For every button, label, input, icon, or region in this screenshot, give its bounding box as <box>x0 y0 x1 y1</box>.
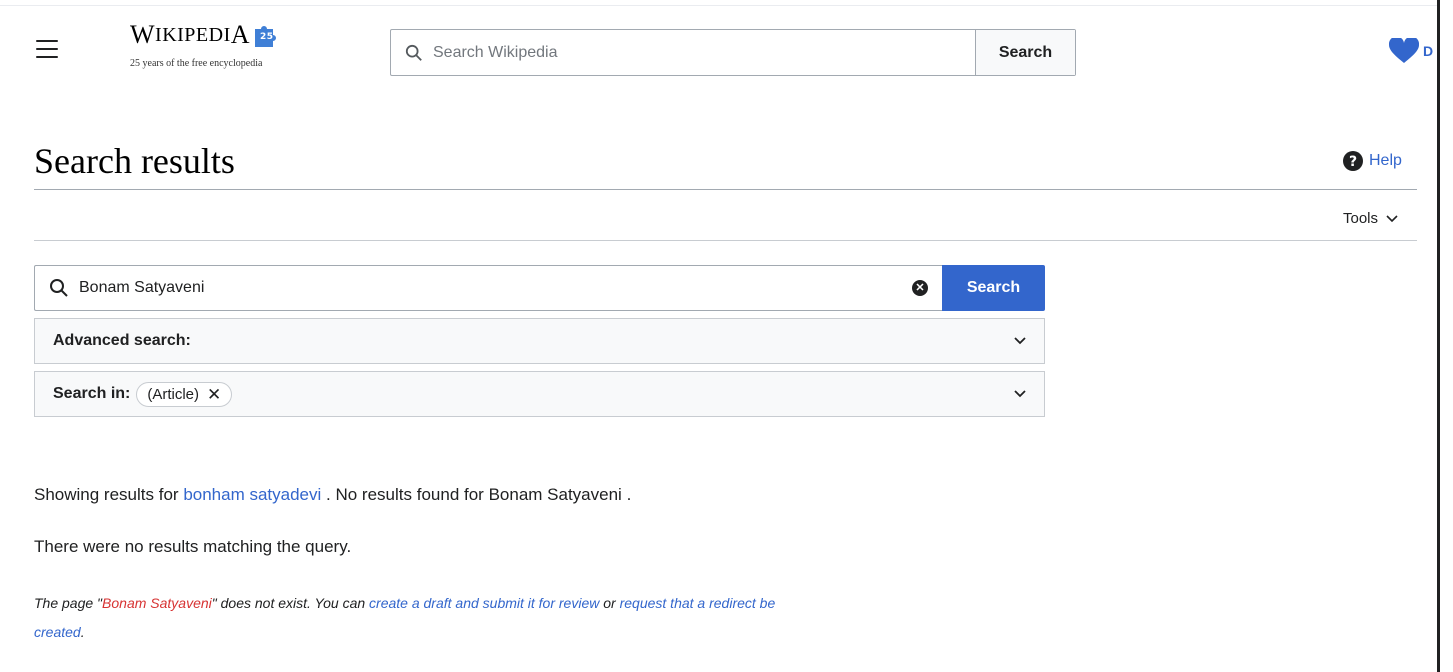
wikipedia-logo[interactable]: W IKIPEDI A 25 25 years of the free encycl… <box>130 22 278 69</box>
heart-icon <box>1389 38 1419 63</box>
logo-tagline: 25 years of the free encyclopedia <box>130 58 263 69</box>
main-search-input[interactable]: Bonam Satyaveni <box>79 279 912 297</box>
window-edge <box>1437 0 1453 672</box>
create-page-note: The page "Bonam Satyaveni" does not exis… <box>34 595 776 640</box>
hamburger-menu-icon <box>36 40 58 42</box>
tools-menu[interactable]: Tools <box>1343 210 1398 227</box>
tools-label: Tools <box>1343 210 1379 227</box>
main-search-button[interactable]: Search <box>942 265 1045 311</box>
main-menu-button[interactable] <box>36 40 58 60</box>
donate-label: D <box>1423 43 1434 59</box>
original-query: Bonam Satyaveni <box>488 485 622 504</box>
no-match-message: There were no results matching the query… <box>34 537 352 556</box>
help-label: Help <box>1369 152 1402 169</box>
search-in-panel[interactable]: Search in: (Article) ✕ <box>34 371 1045 417</box>
showing-results-line: Showing results for bonham satyadevi . N… <box>34 485 632 504</box>
title-divider <box>34 189 1417 190</box>
puzzle-25-icon: 25 <box>252 23 278 47</box>
search-in-label: Search in: <box>53 385 131 402</box>
advanced-search-panel[interactable]: Advanced search: <box>34 318 1045 364</box>
header-search-box[interactable]: Search <box>390 29 1076 76</box>
namespace-chip[interactable]: (Article) ✕ <box>136 381 233 407</box>
advanced-search-label: Advanced search: <box>53 332 191 349</box>
help-link[interactable]: ? Help <box>1343 151 1402 171</box>
remove-chip-icon[interactable]: ✕ <box>207 386 221 403</box>
page-title: Search results <box>34 141 235 181</box>
chevron-down-icon <box>1386 214 1398 222</box>
question-circle-icon: ? <box>1343 151 1363 171</box>
top-edge <box>0 0 1453 6</box>
suggestion-link[interactable]: bonham satyadevi <box>183 485 321 504</box>
chevron-down-icon <box>1014 337 1026 345</box>
svg-text:25: 25 <box>260 32 274 42</box>
redlink-page-title[interactable]: Bonam Satyaveni <box>102 595 212 611</box>
magnifier-icon <box>50 279 68 297</box>
donate-link[interactable]: D <box>1389 38 1433 64</box>
create-draft-link[interactable]: create a draft and submit it for review <box>369 595 599 611</box>
magnifier-icon <box>405 44 422 61</box>
clear-x-icon[interactable]: ✕ <box>912 280 928 296</box>
wordmark: W IKIPEDI A 25 <box>130 22 278 48</box>
chevron-down-icon <box>1014 390 1026 398</box>
namespace-chip-label: (Article) <box>147 385 200 403</box>
header-search-button[interactable]: Search <box>975 30 1075 75</box>
header-search-field[interactable] <box>391 30 975 75</box>
tools-divider <box>34 240 1417 241</box>
svg-text:?: ? <box>1349 154 1357 170</box>
main-search-box[interactable]: Bonam Satyaveni ✕ <box>34 265 942 311</box>
header-search-input[interactable] <box>433 43 933 62</box>
